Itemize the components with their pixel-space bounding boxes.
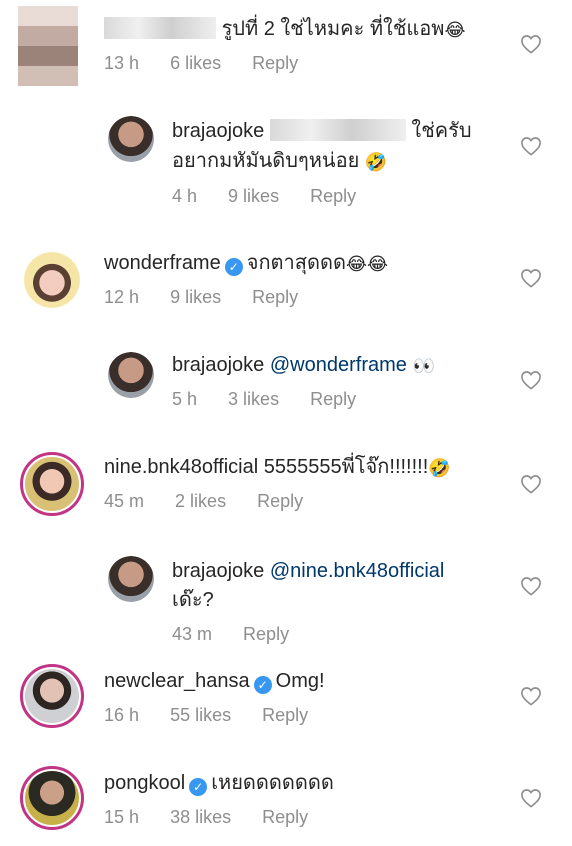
timestamp: 12 h <box>104 287 140 307</box>
emoji: 😂 <box>444 20 466 40</box>
comment-body-line2: อยากมหัมันดิบๆหน่อย 🤣 <box>172 148 387 174</box>
comment-reply-item: brajaojoke @wonderframe 👀 5 h 3 likes Re… <box>0 344 572 424</box>
emoji: 😂😂 <box>345 254 389 274</box>
comment-meta: 15 h 38 likes Reply <box>104 807 334 828</box>
avatar[interactable] <box>108 352 154 398</box>
comment-meta: 45 m 2 likes Reply <box>104 491 329 512</box>
reply-button[interactable]: Reply <box>310 389 356 409</box>
comment-body: nine.bnk48official 5555555พี่โจ๊ก!!!!!!!… <box>104 454 451 480</box>
reply-button[interactable]: Reply <box>310 186 356 206</box>
timestamp: 45 m <box>104 491 145 511</box>
like-count[interactable]: 9 likes <box>170 287 221 307</box>
comment-item: nine.bnk48official 5555555พี่โจ๊ก!!!!!!!… <box>0 446 572 526</box>
heart-outline-icon[interactable] <box>520 136 542 156</box>
comment-body-line2: เด๊ะ? <box>172 587 214 613</box>
like-count[interactable]: 38 likes <box>170 807 231 827</box>
emoji: 🤣 <box>364 152 388 172</box>
timestamp: 13 h <box>104 53 140 73</box>
username[interactable]: newclear_hansa <box>104 670 250 692</box>
heart-outline-icon[interactable] <box>520 576 542 596</box>
reply-button[interactable]: Reply <box>262 705 308 725</box>
reply-button[interactable]: Reply <box>252 53 298 73</box>
avatar-with-story-ring[interactable] <box>20 664 84 728</box>
avatar-blurred[interactable] <box>18 6 78 86</box>
avatar[interactable] <box>24 252 80 308</box>
comment-text: รูปที่ 2 ใช่ไหมคะ ที่ใช้แอพ <box>221 18 445 40</box>
comment-body: รูปที่ 2 ใช่ไหมคะ ที่ใช้แอพ😂 <box>104 16 466 42</box>
reply-button[interactable]: Reply <box>243 624 289 644</box>
comment-item: รูปที่ 2 ใช่ไหมคะ ที่ใช้แอพ😂 13 h 6 like… <box>0 0 572 90</box>
mention-link[interactable]: @nine.bnk48official <box>270 560 445 582</box>
timestamp: 15 h <box>104 807 140 827</box>
comment-meta: 5 h 3 likes Reply <box>172 389 382 410</box>
like-count[interactable]: 55 likes <box>170 705 231 725</box>
like-count[interactable]: 3 likes <box>228 389 279 409</box>
redacted-username <box>104 17 216 39</box>
comment-body: brajaojoke ใช่ครับ <box>172 118 472 144</box>
comment-body: brajaojoke @nine.bnk48official <box>172 558 444 584</box>
avatar[interactable] <box>108 556 154 602</box>
reply-button[interactable]: Reply <box>262 807 308 827</box>
comment-text: ใช่ครับ <box>411 120 472 142</box>
verified-badge-icon: ✓ <box>189 778 208 796</box>
comment-text: Omg! <box>275 670 325 692</box>
verified-badge-icon: ✓ <box>224 258 243 276</box>
avatar-with-story-ring[interactable] <box>20 452 84 516</box>
like-count[interactable]: 9 likes <box>228 186 279 206</box>
avatar[interactable] <box>108 116 154 162</box>
username[interactable]: wonderframe <box>104 252 221 274</box>
timestamp: 16 h <box>104 705 140 725</box>
comment-item: newclear_hansa ✓ Omg! 16 h 55 likes Reply <box>0 658 572 738</box>
mention-link[interactable]: @wonderframe <box>270 354 407 376</box>
like-count[interactable]: 2 likes <box>175 491 226 511</box>
comment-meta: 4 h 9 likes Reply <box>172 186 382 207</box>
username[interactable]: brajaojoke <box>172 560 264 582</box>
comment-meta: 12 h 9 likes Reply <box>104 287 324 308</box>
comment-meta: 13 h 6 likes Reply <box>104 53 324 74</box>
verified-badge-icon: ✓ <box>253 676 272 694</box>
comment-item: wonderframe ✓ จกตาสุดดด😂😂 12 h 9 likes Rep… <box>0 240 572 320</box>
emoji: 🤣 <box>428 458 451 478</box>
reply-button[interactable]: Reply <box>257 491 303 511</box>
comment-body: newclear_hansa ✓ Omg! <box>104 668 325 694</box>
reply-button[interactable]: Reply <box>252 287 298 307</box>
comment-reply-item: brajaojoke @nine.bnk48official เด๊ะ? 43 … <box>0 550 572 650</box>
comment-body: pongkool ✓ เหยดดดดดดด <box>104 770 334 796</box>
username[interactable]: pongkool <box>104 772 185 794</box>
timestamp: 5 h <box>172 389 198 409</box>
username[interactable]: brajaojoke <box>172 354 264 376</box>
like-count[interactable]: 6 likes <box>170 53 221 73</box>
comment-reply-item: brajaojoke ใช่ครับ อยากมหัมันดิบๆหน่อย 🤣… <box>0 110 572 210</box>
username[interactable]: brajaojoke <box>172 120 264 142</box>
comment-text: เหยดดดดดดด <box>211 772 334 794</box>
comment-meta: 43 m Reply <box>172 624 315 645</box>
comment-item: pongkool ✓ เหยดดดดดดด 15 h 38 likes Reply <box>0 760 572 846</box>
emoji: 👀 <box>412 356 435 376</box>
heart-outline-icon[interactable] <box>520 474 542 494</box>
timestamp: 4 h <box>172 186 198 206</box>
comment-text-2: เด๊ะ? <box>172 589 214 611</box>
heart-outline-icon[interactable] <box>520 370 542 390</box>
comment-text: 5555555พี่โจ๊ก!!!!!!! <box>263 456 429 478</box>
comment-meta: 16 h 55 likes Reply <box>104 705 334 726</box>
comment-body: wonderframe ✓ จกตาสุดดด😂😂 <box>104 250 388 276</box>
comment-body: brajaojoke @wonderframe 👀 <box>172 352 435 378</box>
heart-outline-icon[interactable] <box>520 268 542 288</box>
avatar-with-story-ring[interactable] <box>20 766 84 830</box>
heart-outline-icon[interactable] <box>520 686 542 706</box>
comment-text: จกตาสุดดด <box>246 252 346 274</box>
timestamp: 43 m <box>172 624 213 644</box>
username[interactable]: nine.bnk48official <box>104 456 258 478</box>
heart-outline-icon[interactable] <box>520 34 542 54</box>
comment-text-2: อยากมหัมันดิบๆหน่อย <box>172 150 360 172</box>
redacted-mention <box>269 119 406 141</box>
heart-outline-icon[interactable] <box>520 788 542 808</box>
